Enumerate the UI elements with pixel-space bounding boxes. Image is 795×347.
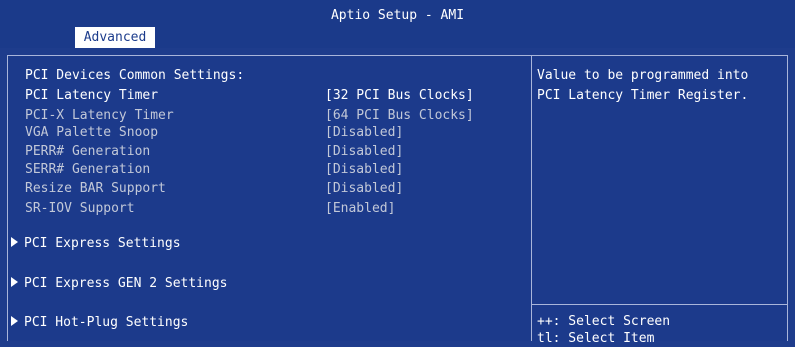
triangle-right-icon (11, 237, 18, 247)
triangle-right-icon (11, 277, 18, 287)
setting-label-serr-generation[interactable]: SERR# Generation (25, 162, 150, 178)
setting-value-resize-bar-support[interactable]: [Disabled] (325, 181, 403, 197)
setting-value-sr-iov-support[interactable]: [Enabled] (325, 201, 395, 217)
panel-divider (531, 55, 532, 341)
submenu-pci-express-gen2-settings[interactable]: PCI Express GEN 2 Settings (11, 276, 228, 292)
submenu-pci-express-settings[interactable]: PCI Express Settings (11, 236, 181, 252)
help-line: Value to be programmed into (537, 68, 749, 83)
key-glyph: tl (537, 331, 553, 346)
submenu-label: PCI Express Settings (24, 236, 181, 251)
key-hint-select-item: tl: Select Item (537, 331, 654, 347)
help-line: PCI Latency Timer Register. (537, 88, 749, 103)
key-text: : Select Item (552, 331, 655, 346)
key-text: : Select Screen (552, 314, 671, 329)
setting-label-vga-palette-snoop[interactable]: VGA Palette Snoop (25, 125, 158, 141)
app-title: Aptio Setup - AMI (330, 8, 465, 23)
setting-value-vga-palette-snoop[interactable]: [Disabled] (325, 125, 403, 141)
header-bar: Aptio Setup - AMI Advanced (0, 0, 795, 48)
setting-label-perr-generation[interactable]: PERR# Generation (25, 144, 150, 160)
key-glyph: ++ (537, 314, 553, 329)
setting-value-perr-generation[interactable]: [Disabled] (325, 144, 403, 160)
help-divider (532, 304, 788, 305)
setting-label-sr-iov-support[interactable]: SR-IOV Support (25, 201, 135, 217)
tab-advanced[interactable]: Advanced (75, 27, 155, 48)
setting-label-pci-latency-timer[interactable]: PCI Latency Timer (25, 88, 158, 104)
setting-label-pcix-latency-timer[interactable]: PCI-X Latency Timer (25, 108, 174, 124)
key-hint-select-screen: ++: Select Screen (537, 314, 670, 330)
setting-value-pci-latency-timer[interactable]: [32 PCI Bus Clocks] (325, 88, 474, 104)
submenu-label: PCI Express GEN 2 Settings (24, 276, 228, 291)
triangle-right-icon (11, 316, 18, 326)
submenu-label: PCI Hot-Plug Settings (24, 315, 189, 330)
submenu-pci-hot-plug-settings[interactable]: PCI Hot-Plug Settings (11, 315, 188, 331)
section-title: PCI Devices Common Settings: (25, 68, 245, 83)
setting-label-resize-bar-support[interactable]: Resize BAR Support (25, 181, 166, 197)
setting-value-pcix-latency-timer[interactable]: [64 PCI Bus Clocks] (325, 108, 474, 124)
setting-value-serr-generation[interactable]: [Disabled] (325, 162, 403, 178)
